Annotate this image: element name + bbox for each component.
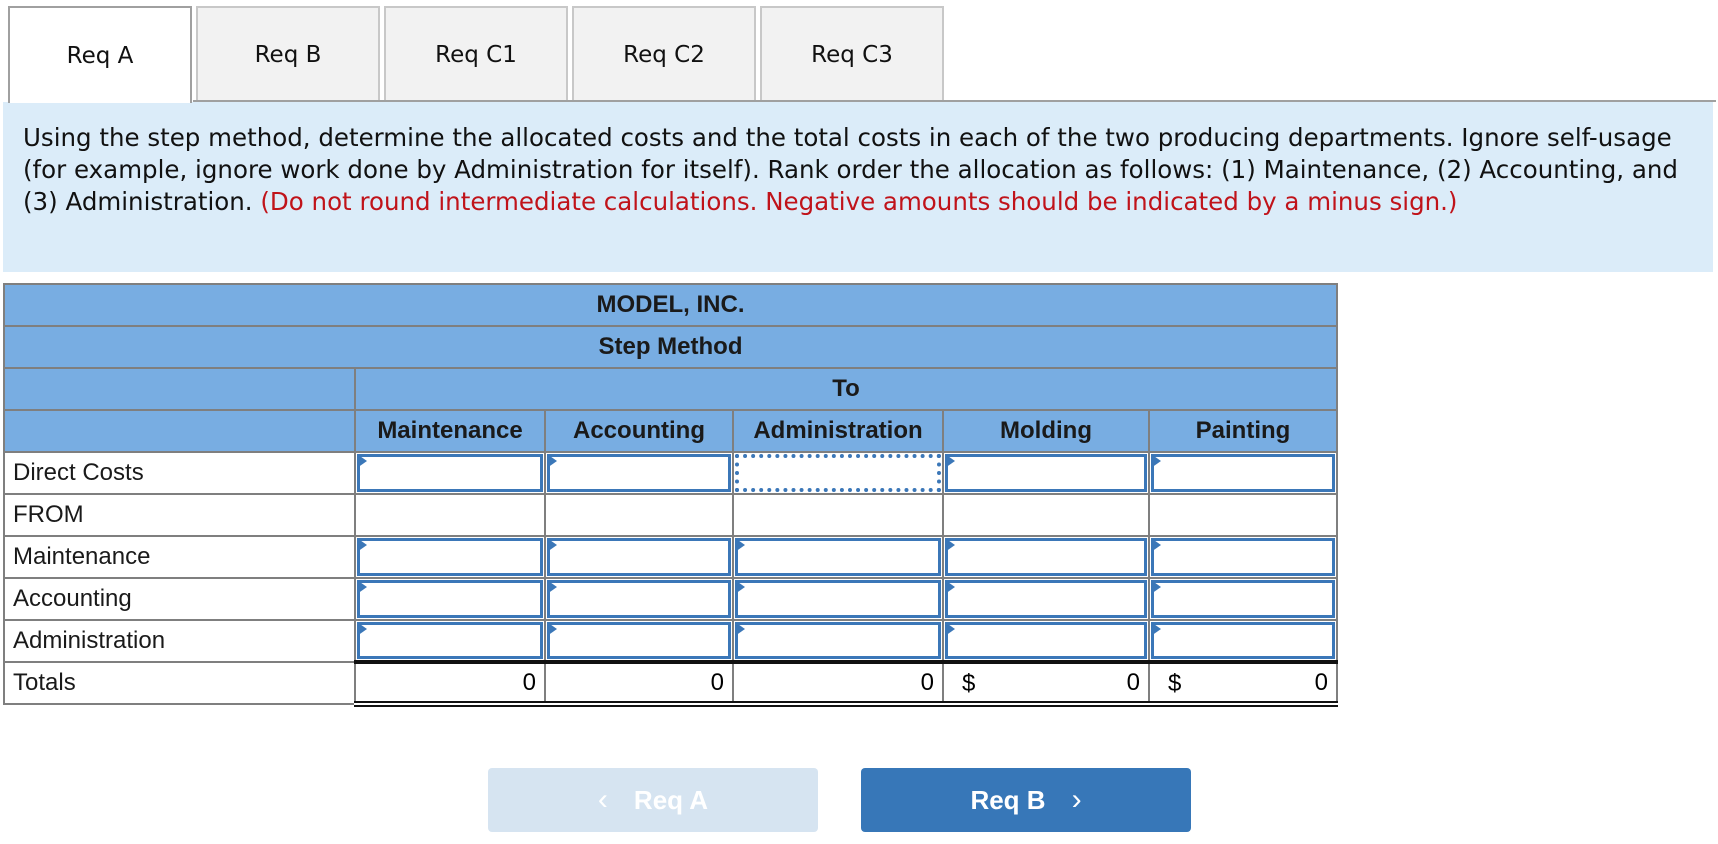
input-marker-icon — [357, 622, 367, 636]
input-maintenance-painting[interactable] — [1148, 535, 1338, 579]
currency-symbol: $ — [962, 670, 976, 697]
input-accounting-molding[interactable] — [942, 577, 1150, 621]
empty-cell — [942, 493, 1150, 537]
tab-req-b[interactable]: Req B — [196, 6, 380, 101]
input-maintenance-molding[interactable] — [942, 535, 1150, 579]
next-req-label: Req B — [970, 784, 1046, 815]
input-administration-accounting[interactable] — [544, 619, 734, 663]
row-label: Accounting — [3, 577, 356, 621]
input-marker-icon — [1151, 622, 1161, 636]
input-maintenance-administration[interactable] — [732, 535, 944, 579]
input-marker-icon — [735, 580, 745, 594]
total-molding-cell: $0 — [942, 660, 1150, 707]
table-row-direct-costs: Direct Costs — [3, 451, 1338, 495]
input-direct-costs-administration[interactable] — [732, 451, 944, 495]
input-administration-maintenance[interactable] — [354, 619, 546, 663]
total-painting: 0 — [1314, 668, 1328, 696]
input-marker-icon — [547, 622, 557, 636]
input-direct-costs-molding[interactable] — [942, 451, 1150, 495]
input-marker-icon — [1151, 538, 1161, 552]
input-administration-molding[interactable] — [942, 619, 1150, 663]
header-spacer — [3, 409, 356, 453]
column-header-molding: Molding — [942, 409, 1150, 453]
input-marker-icon — [735, 622, 745, 636]
row-label: Administration — [3, 619, 356, 663]
step-method-table: MODEL, INC. Step Method To Maintenance A… — [3, 283, 1338, 707]
row-label: FROM — [3, 493, 356, 537]
total-molding: 0 — [1126, 668, 1140, 696]
input-marker-icon — [547, 538, 557, 552]
table-row-maintenance: Maintenance — [3, 535, 1338, 579]
input-accounting-administration[interactable] — [732, 577, 944, 621]
to-group-header: To — [354, 367, 1338, 411]
input-marker-icon — [357, 580, 367, 594]
input-direct-costs-maintenance[interactable] — [354, 451, 546, 495]
empty-cell — [354, 493, 546, 537]
tab-req-a[interactable]: Req A — [8, 6, 192, 103]
input-accounting-painting[interactable] — [1148, 577, 1338, 621]
tab-req-c3[interactable]: Req C3 — [760, 6, 944, 101]
input-marker-icon — [357, 538, 367, 552]
column-header-maintenance: Maintenance — [354, 409, 546, 453]
tab-req-c1[interactable]: Req C1 — [384, 6, 568, 101]
input-marker-icon — [547, 454, 557, 468]
requirement-tabs: Req A Req B Req C1 Req C2 Req C3 — [8, 6, 944, 103]
input-maintenance-accounting[interactable] — [544, 535, 734, 579]
total-administration: 0 — [732, 660, 944, 707]
column-header-accounting: Accounting — [544, 409, 734, 453]
empty-cell — [1148, 493, 1338, 537]
instructions-note: (Do not round intermediate calculations.… — [260, 187, 1458, 216]
header-spacer — [3, 367, 356, 411]
input-accounting-accounting[interactable] — [544, 577, 734, 621]
prev-req-button[interactable]: ‹ Req A — [488, 768, 818, 832]
currency-symbol: $ — [1168, 670, 1182, 697]
input-maintenance-maintenance[interactable] — [354, 535, 546, 579]
column-header-painting: Painting — [1148, 409, 1338, 453]
empty-cell — [544, 493, 734, 537]
table-title: MODEL, INC. — [3, 283, 1338, 327]
row-label: Maintenance — [3, 535, 356, 579]
total-painting-cell: $0 — [1148, 660, 1338, 707]
tab-req-c2[interactable]: Req C2 — [572, 6, 756, 101]
input-administration-administration[interactable] — [732, 619, 944, 663]
input-marker-icon — [945, 580, 955, 594]
empty-cell — [732, 493, 944, 537]
input-direct-costs-painting[interactable] — [1148, 451, 1338, 495]
chevron-right-icon: › — [1071, 783, 1082, 816]
table-row-administration: Administration — [3, 619, 1338, 663]
table-subtitle: Step Method — [3, 325, 1338, 369]
prev-req-label: Req A — [633, 784, 709, 815]
input-marker-icon — [945, 622, 955, 636]
input-marker-icon — [735, 538, 745, 552]
row-label: Direct Costs — [3, 451, 356, 495]
total-maintenance: 0 — [354, 660, 546, 707]
input-marker-icon — [547, 580, 557, 594]
chevron-left-icon: ‹ — [597, 783, 608, 816]
table-row-accounting: Accounting — [3, 577, 1338, 621]
total-accounting: 0 — [544, 660, 734, 707]
table-row-from: FROM — [3, 493, 1338, 537]
input-marker-icon — [357, 454, 367, 468]
column-header-administration: Administration — [732, 409, 944, 453]
table-row-totals: Totals 0 0 0 $0 $0 — [3, 660, 1338, 707]
input-marker-icon — [945, 538, 955, 552]
input-direct-costs-accounting[interactable] — [544, 451, 734, 495]
input-administration-painting[interactable] — [1148, 619, 1338, 663]
input-accounting-maintenance[interactable] — [354, 577, 546, 621]
input-marker-icon — [1151, 580, 1161, 594]
input-marker-icon — [1151, 454, 1161, 468]
input-marker-icon — [945, 454, 955, 468]
row-label: Totals — [3, 661, 356, 705]
next-req-button[interactable]: Req B › — [861, 768, 1191, 832]
instructions-panel: Using the step method, determine the all… — [3, 102, 1713, 272]
